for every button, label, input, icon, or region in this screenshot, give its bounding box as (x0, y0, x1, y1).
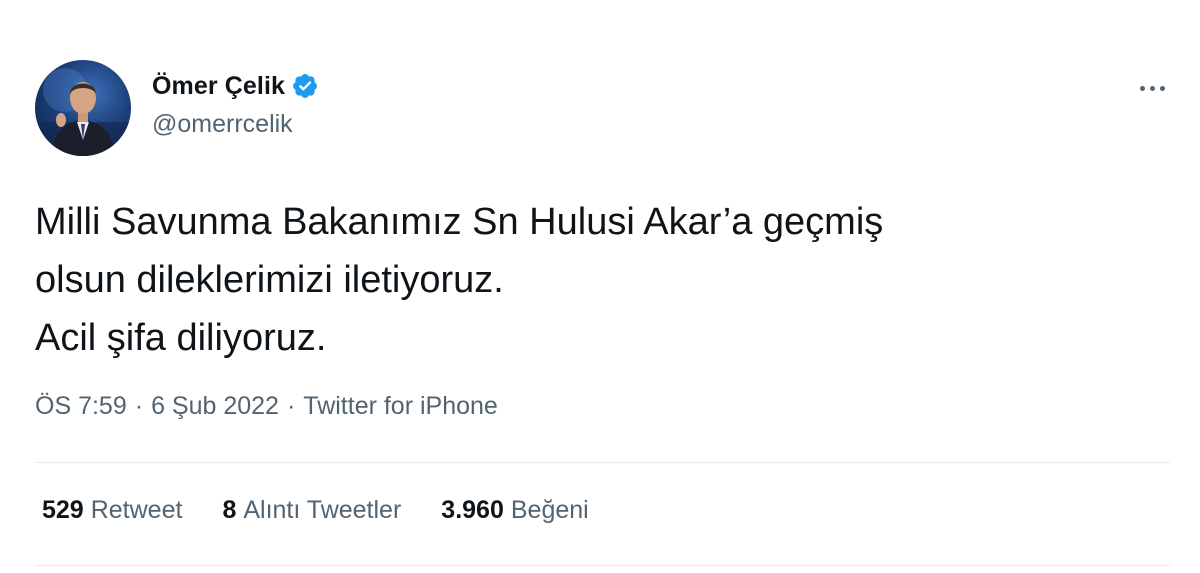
tweet-card: Ömer Çelik @omerrcelik Milli Savunma Bak… (0, 0, 1200, 573)
divider (35, 462, 1170, 463)
more-dot (1149, 85, 1155, 91)
author-handle[interactable]: @omerrcelik (152, 110, 293, 139)
author-name[interactable]: Ömer Çelik (152, 72, 285, 101)
tweet-text-line: olsun dileklerimizi iletiyoruz. (35, 259, 504, 301)
tweet-metadata: ÖS 7:59 · 6 Şub 2022 · Twitter for iPhon… (35, 392, 498, 421)
more-dot (1139, 85, 1145, 91)
verified-badge-icon (293, 74, 317, 98)
tweet-source[interactable]: Twitter for iPhone (303, 392, 498, 421)
more-dot (1159, 85, 1165, 91)
meta-separator: · (286, 392, 296, 420)
like-number: 3.960 (441, 496, 504, 524)
like-count[interactable]: 3.960 Beğeni (441, 496, 588, 525)
quote-label: Alıntı Tweetler (243, 496, 402, 524)
more-options-icon[interactable] (1132, 74, 1172, 102)
quote-number: 8 (222, 496, 237, 524)
tweet-stats: 529 Retweet 8 Alıntı Tweetler 3.960 Beğe… (42, 496, 629, 525)
tweet-text: Milli Savunma Bakanımız Sn Hulusi Akar’a… (35, 193, 1135, 367)
quote-count[interactable]: 8 Alıntı Tweetler (222, 496, 401, 525)
tweet-date[interactable]: 6 Şub 2022 (151, 392, 279, 421)
retweet-label: Retweet (90, 496, 183, 524)
meta-separator: · (134, 392, 144, 420)
author-name-row[interactable]: Ömer Çelik (152, 68, 319, 104)
avatar[interactable] (35, 60, 131, 156)
retweet-count[interactable]: 529 Retweet (42, 496, 182, 525)
avatar-portrait-icon (35, 68, 131, 156)
tweet-text-line: Acil şifa diliyoruz. (35, 317, 327, 359)
divider (35, 565, 1170, 566)
tweet-text-line: Milli Savunma Bakanımız Sn Hulusi Akar’a… (35, 201, 884, 243)
like-label: Beğeni (510, 496, 589, 524)
retweet-number: 529 (42, 496, 84, 524)
tweet-time[interactable]: ÖS 7:59 (35, 392, 127, 421)
